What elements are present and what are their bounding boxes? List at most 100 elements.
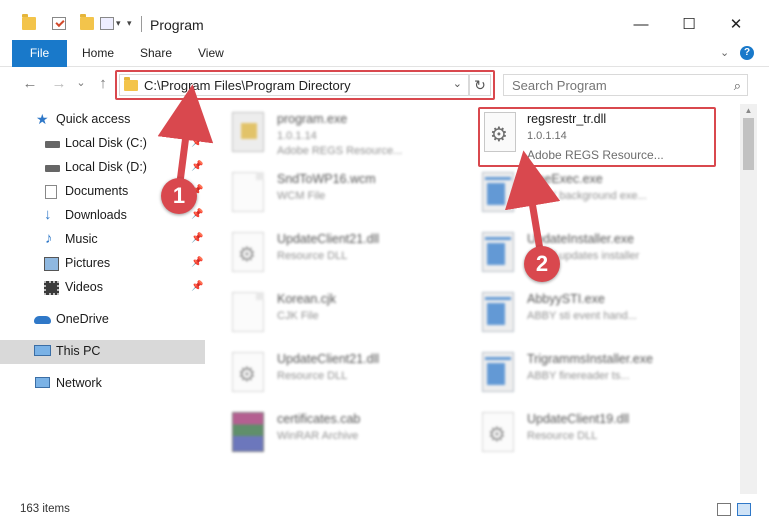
exe-file-icon (232, 112, 264, 152)
folder-icon[interactable] (22, 14, 36, 30)
maximize-button[interactable]: ☐ (666, 12, 712, 38)
sidebar-item-label: Downloads (65, 208, 127, 222)
network-icon (35, 377, 50, 388)
status-bar: 163 items (0, 497, 769, 532)
tab-view[interactable]: View (186, 40, 236, 67)
sidebar-item-pictures[interactable]: Pictures 📌 (0, 252, 205, 276)
file-name: program.exe (277, 112, 348, 126)
file-list: program.exe 1.0.1.14 Adobe REGS Resource… (215, 104, 740, 494)
sidebar-item-network[interactable]: Network (0, 372, 205, 396)
file-item[interactable]: TrigrammsInstaller.exe ABBY finereader t… (465, 348, 705, 404)
onedrive-icon (34, 316, 51, 324)
sidebar-item-local-disk-d[interactable]: Local Disk (D:) 📌 (0, 156, 205, 180)
large-icons-view-icon[interactable] (737, 503, 751, 516)
properties-check-icon[interactable] (52, 17, 66, 30)
generic-file-icon (232, 172, 264, 212)
file-description: ABBY finereader ts... (527, 370, 630, 382)
new-folder-icon[interactable] (80, 14, 94, 30)
file-name: certificates.cab (277, 412, 361, 426)
music-icon: ♪ (45, 230, 53, 247)
sidebar-item-this-pc[interactable]: This PC (0, 340, 205, 364)
search-icon[interactable]: ⌕ (734, 78, 741, 94)
file-name: UpdateInstaller.exe (527, 232, 635, 246)
pictures-icon (44, 257, 59, 271)
file-name: UpdateClient21.dll (277, 232, 380, 246)
file-item[interactable]: AbbyySTI.exe ABBY sti event hand... (465, 288, 705, 344)
file-type: Resource DLL (527, 430, 598, 442)
pin-icon[interactable]: 📌 (191, 209, 203, 220)
file-name: UpdateClient19.dll (527, 412, 630, 426)
pin-icon[interactable]: 📌 (191, 257, 203, 268)
documents-icon (45, 185, 57, 199)
back-button[interactable]: ← (21, 75, 39, 92)
file-item[interactable]: program.exe 1.0.1.14 Adobe REGS Resource… (215, 108, 455, 164)
file-item[interactable]: UpdateInstaller.exe ABBY updates install… (465, 228, 705, 284)
sidebar-item-onedrive[interactable]: OneDrive (0, 308, 205, 332)
file-item[interactable]: UpdateClient21.dll Resource DLL (215, 348, 455, 404)
file-type: WinRAR Archive (277, 430, 359, 442)
recent-locations-button[interactable]: ⌄ (72, 76, 90, 89)
minimize-button[interactable]: — (618, 12, 664, 38)
tab-file[interactable]: File (12, 40, 67, 67)
window-title: Program (150, 17, 204, 33)
scroll-up-icon[interactable]: ▲ (740, 104, 757, 118)
dll-file-icon (232, 352, 264, 392)
chevron-down-icon[interactable]: ▾ (116, 18, 121, 29)
file-item[interactable]: SndToWP16.wcm WCM File (215, 168, 455, 224)
file-name: Korean.cjk (277, 292, 337, 306)
application-icon (482, 352, 514, 392)
vertical-scrollbar[interactable]: ▲ (740, 104, 757, 494)
title-bar: ▾ ▾ Program — ☐ ✕ (0, 0, 769, 40)
tab-home[interactable]: Home (70, 40, 126, 67)
drive-icon (45, 165, 60, 172)
generic-file-icon (232, 292, 264, 332)
file-type: Resource DLL (277, 250, 348, 262)
close-button[interactable]: ✕ (713, 12, 759, 38)
step-1-badge: 1 (161, 178, 197, 214)
sidebar-item-label: OneDrive (56, 312, 109, 326)
scrollbar-thumb[interactable] (743, 118, 754, 170)
file-name: AbbyySTI.exe (527, 292, 605, 306)
search-box[interactable]: ⌕ (503, 74, 748, 96)
sidebar-item-local-disk-c[interactable]: Local Disk (C:) 📌 (0, 132, 205, 156)
sidebar-item-label: This PC (56, 344, 101, 358)
search-input[interactable] (504, 75, 719, 95)
file-item[interactable]: UpdateClient19.dll Resource DLL (465, 408, 705, 464)
up-button[interactable]: ↑ (94, 75, 112, 92)
file-name: SndToWP16.wcm (277, 172, 376, 186)
application-icon (482, 292, 514, 332)
sidebar-item-videos[interactable]: Videos 📌 (0, 276, 205, 300)
expand-ribbon-icon[interactable]: ⌄ (720, 46, 729, 59)
pin-icon[interactable]: 📌 (191, 161, 203, 172)
address-bar-highlight (115, 70, 495, 100)
step-2-badge: 2 (524, 246, 560, 282)
target-file-highlight (478, 107, 716, 167)
dll-file-icon (232, 232, 264, 272)
file-item[interactable]: Korean.cjk CJK File (215, 288, 455, 344)
details-view-icon[interactable] (717, 503, 731, 516)
sidebar-item-quick-access[interactable]: ★ Quick access (0, 108, 205, 132)
application-icon (482, 172, 514, 212)
navigation-pane: ★ Quick access Local Disk (C:) 📌 Local D… (0, 104, 205, 494)
quick-access-toolbar-icon[interactable] (100, 17, 114, 30)
item-count: 163 items (20, 503, 70, 515)
drive-icon (45, 141, 60, 148)
star-icon: ★ (36, 111, 49, 127)
file-type: WCM File (277, 190, 326, 202)
file-item[interactable]: FineExec.exe ABBY background exe... (465, 168, 705, 224)
pin-icon[interactable]: 📌 (191, 281, 203, 292)
file-description: ABBY background exe... (527, 190, 647, 202)
sidebar-item-label: Network (56, 376, 102, 390)
application-icon (482, 232, 514, 272)
sidebar-item-label: Local Disk (C:) (65, 136, 147, 150)
tab-share[interactable]: Share (128, 40, 184, 67)
help-icon[interactable]: ? (740, 46, 754, 60)
sidebar-item-label: Pictures (65, 256, 111, 270)
file-item[interactable]: certificates.cab WinRAR Archive (215, 408, 455, 464)
customize-toolbar-icon[interactable]: ▾ (127, 18, 132, 29)
sidebar-item-music[interactable]: ♪ Music 📌 (0, 228, 205, 252)
pin-icon[interactable]: 📌 (191, 137, 203, 148)
pin-icon[interactable]: 📌 (191, 233, 203, 244)
file-item[interactable]: UpdateClient21.dll Resource DLL (215, 228, 455, 284)
forward-button[interactable]: → (50, 75, 68, 92)
